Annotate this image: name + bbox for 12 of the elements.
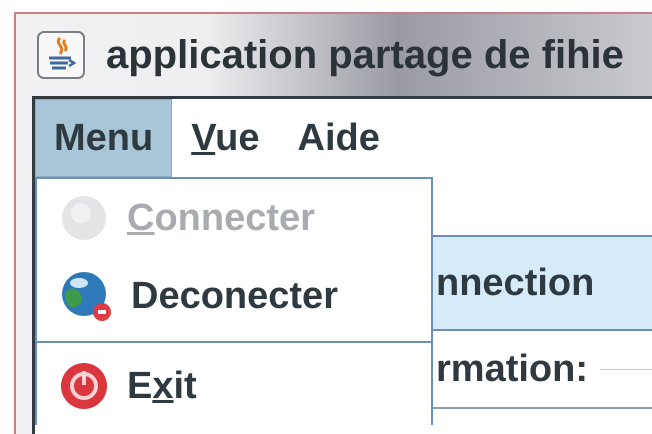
java-cup-icon <box>36 30 86 80</box>
menu-item[interactable]: Deconecter <box>37 257 431 335</box>
globe-icon <box>59 269 113 323</box>
power-icon <box>59 361 109 411</box>
field-label: rmation: <box>436 348 588 390</box>
menu-item[interactable]: Exit <box>37 347 431 425</box>
menu-title[interactable]: Menu <box>35 99 172 177</box>
tab[interactable]: nnection <box>432 235 652 331</box>
menu-title[interactable]: Vue <box>172 99 279 177</box>
window-title: application partage de fihie <box>106 32 624 78</box>
menu-title[interactable]: Aide <box>278 99 399 177</box>
globe-icon <box>59 193 109 243</box>
